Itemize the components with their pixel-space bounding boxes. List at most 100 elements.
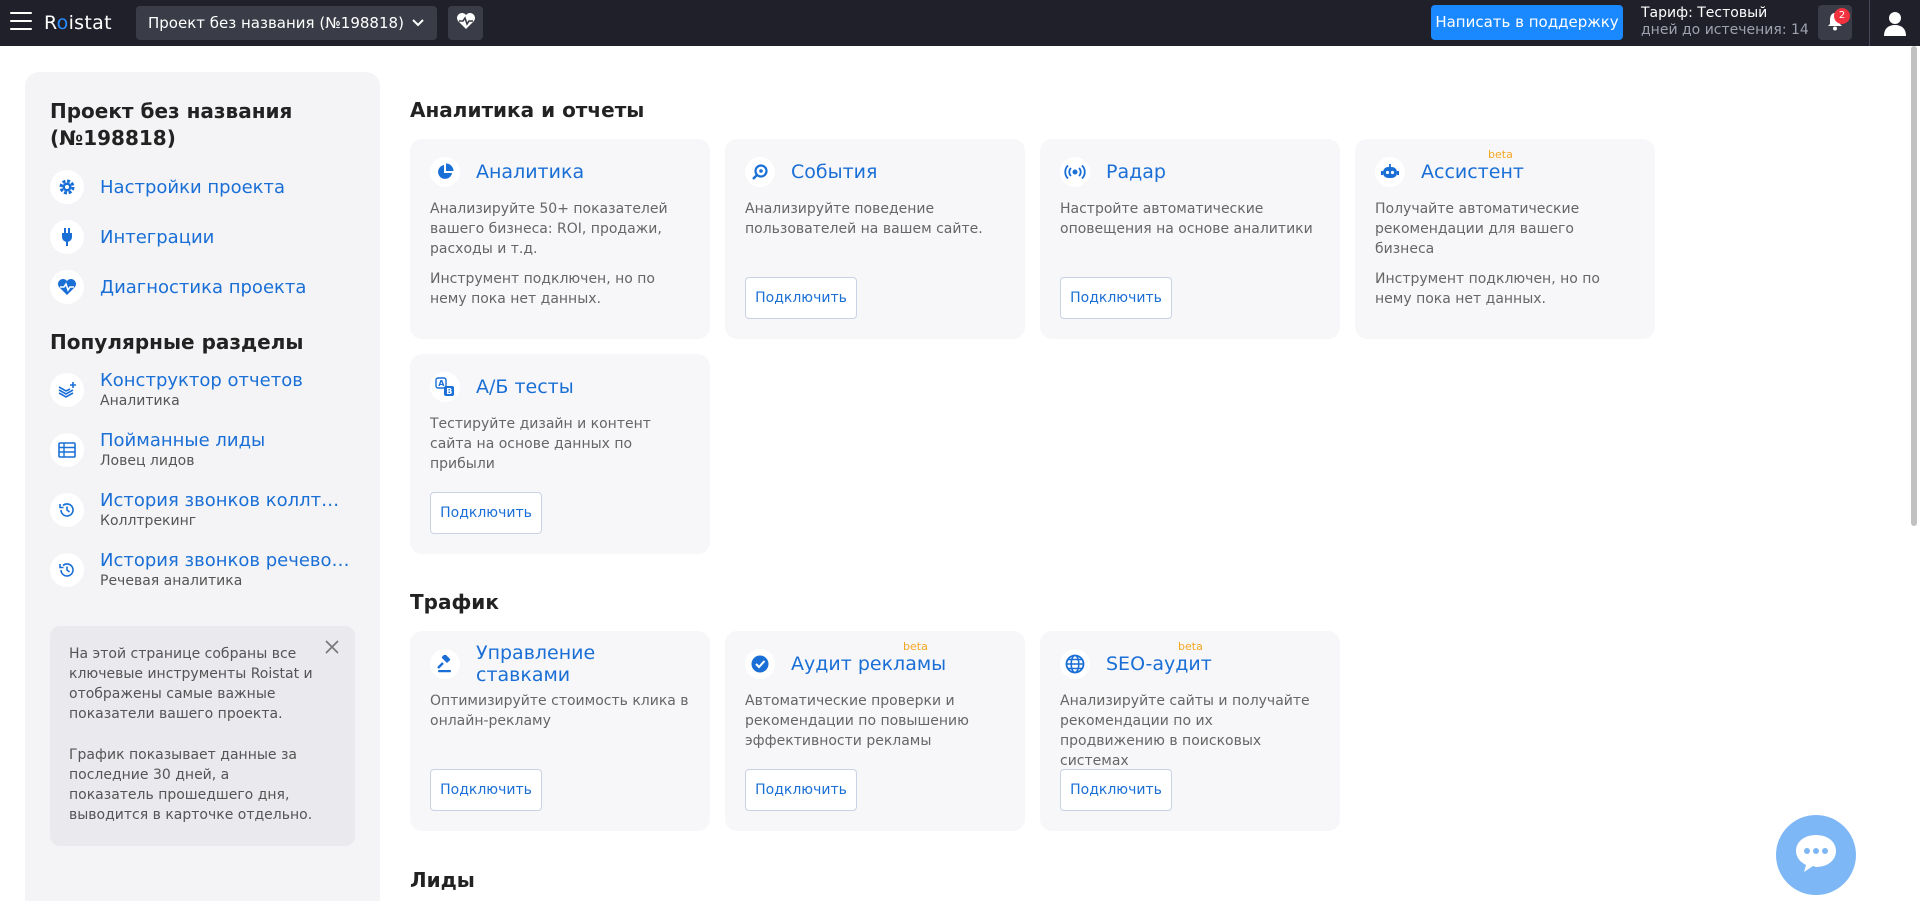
- menu-icon[interactable]: [10, 12, 32, 32]
- logo[interactable]: Roistat: [44, 12, 112, 34]
- card-note: Инструмент подключен, но по нему пока не…: [430, 271, 655, 307]
- gear-icon: [50, 170, 84, 204]
- connect-button[interactable]: Подключить: [745, 277, 857, 319]
- card-title[interactable]: Ассистент: [1421, 161, 1524, 183]
- svg-text:B: B: [446, 387, 452, 396]
- svg-text:A: A: [438, 379, 445, 388]
- sidebar-item-integrations[interactable]: Интеграции: [50, 212, 355, 262]
- card-note: Инструмент подключен, но по нему пока не…: [1375, 271, 1600, 307]
- popular-item-sub: Аналитика: [100, 393, 180, 409]
- card-description: Оптимизируйте стоимость клика в онлайн-р…: [430, 693, 689, 729]
- card-title[interactable]: Радар: [1106, 161, 1166, 183]
- pie-chart-icon: [430, 157, 460, 187]
- popular-item-speech-analytics-history[interactable]: История звонков речевой аналитики Речева…: [50, 540, 355, 600]
- card-analytics[interactable]: Аналитика Анализируйте 50+ показателей в…: [410, 139, 710, 339]
- card-description: Анализируйте 50+ показателей вашего бизн…: [430, 201, 668, 257]
- card-title[interactable]: Аудит рекламы: [791, 653, 946, 675]
- chat-button[interactable]: [1776, 815, 1856, 895]
- section-title-analytics: Аналитика и отчеты: [410, 98, 645, 122]
- globe-icon: [1060, 649, 1090, 679]
- close-icon[interactable]: [323, 638, 341, 656]
- popular-item-label: Пойманные лиды: [100, 430, 266, 451]
- gavel-icon: [430, 649, 460, 679]
- sidebar: Проект без названия (№198818) Настройки …: [25, 72, 380, 901]
- chat-bubble-icon: [1793, 833, 1839, 877]
- sidebar-item-label: Диагностика проекта: [100, 276, 307, 298]
- project-selector[interactable]: Проект без названия (№198818): [136, 6, 437, 40]
- card-assistant[interactable]: beta Ассистент Получайте автоматические …: [1355, 139, 1655, 339]
- topbar-divider: [1869, 0, 1870, 46]
- history-icon: [50, 553, 84, 587]
- page-scrollbar[interactable]: [1908, 46, 1920, 901]
- card-description: Тестируйте дизайн и контент сайта на осн…: [430, 416, 651, 472]
- popular-sections-title: Популярные разделы: [50, 330, 304, 354]
- project-selector-label: Проект без названия (№198818): [148, 14, 404, 32]
- card-description: Анализируйте сайты и получайте рекоменда…: [1060, 693, 1310, 769]
- beta-badge: beta: [1178, 640, 1203, 653]
- ab-test-icon: AB: [430, 372, 460, 402]
- popular-item-label: История звонков коллтрекинга: [100, 490, 350, 511]
- popular-item-sub: Ловец лидов: [100, 453, 195, 469]
- layers-plus-icon: [50, 373, 84, 407]
- beta-badge: beta: [903, 640, 928, 653]
- card-ad-audit[interactable]: beta Аудит рекламы Автоматические провер…: [725, 631, 1025, 831]
- user-icon: [1880, 12, 1910, 42]
- card-title[interactable]: А/Б тесты: [476, 376, 574, 398]
- connect-button[interactable]: Подключить: [430, 492, 542, 534]
- history-icon: [50, 493, 84, 527]
- table-icon: [50, 433, 84, 467]
- popular-item-label: Конструктор отчетов: [100, 370, 303, 391]
- support-button[interactable]: Написать в поддержку: [1431, 5, 1623, 40]
- heart-pulse-icon: [50, 270, 84, 304]
- card-title[interactable]: Управление ставками: [476, 642, 690, 686]
- card-seo-audit[interactable]: beta SEO-аудит Анализируйте сайты и полу…: [1040, 631, 1340, 831]
- heart-pulse-icon: [456, 12, 476, 34]
- top-bar: Roistat Проект без названия (№198818) На…: [0, 0, 1920, 46]
- connect-button[interactable]: Подключить: [1060, 769, 1172, 811]
- robot-icon: [1375, 157, 1405, 187]
- card-description: Настройте автоматические оповещения на о…: [1060, 201, 1313, 237]
- tariff-info[interactable]: Тариф: Тестовый дней до истечения: 14: [1641, 5, 1809, 39]
- notifications-button[interactable]: 2: [1818, 5, 1852, 40]
- info-text: График показывает данные за последние 30…: [69, 747, 313, 823]
- chevron-down-icon: [411, 6, 425, 53]
- card-title[interactable]: События: [791, 161, 877, 183]
- beta-badge: beta: [1488, 148, 1513, 161]
- plug-icon: [50, 220, 84, 254]
- sidebar-item-project-settings[interactable]: Настройки проекта: [50, 162, 355, 212]
- tariff-label: Тариф: Тестовый: [1641, 5, 1768, 21]
- section-title-traffic: Трафик: [410, 590, 499, 614]
- card-description: Автоматические проверки и рекомендации п…: [745, 693, 969, 749]
- connect-button[interactable]: Подключить: [745, 769, 857, 811]
- card-description: Получайте автоматические рекомендации дл…: [1375, 201, 1580, 257]
- card-title[interactable]: Аналитика: [476, 161, 584, 183]
- project-health-button[interactable]: [448, 6, 483, 40]
- popular-item-sub: Коллтрекинг: [100, 513, 197, 529]
- info-text: На этой странице собраны все ключевые ин…: [69, 646, 313, 722]
- card-description: Анализируйте поведение пользователей на …: [745, 201, 983, 237]
- card-events[interactable]: События Анализируйте поведение пользоват…: [725, 139, 1025, 339]
- radar-icon: [1060, 157, 1090, 187]
- popular-item-report-builder[interactable]: Конструктор отчетов Аналитика: [50, 360, 355, 420]
- popular-item-sub: Речевая аналитика: [100, 573, 243, 589]
- card-ab-tests[interactable]: AB А/Б тесты Тестируйте дизайн и контент…: [410, 354, 710, 554]
- check-circle-icon: [745, 649, 775, 679]
- tariff-days: дней до истечения: 14: [1641, 22, 1809, 38]
- user-menu-button[interactable]: [1880, 8, 1910, 38]
- popular-item-label: История звонков речевой аналитики: [100, 550, 350, 571]
- info-box: На этой странице собраны все ключевые ин…: [50, 626, 355, 846]
- section-title-leads: Лиды: [410, 868, 475, 892]
- connect-button[interactable]: Подключить: [1060, 277, 1172, 319]
- popular-item-calltracking-history[interactable]: История звонков коллтрекинга Коллтрекинг: [50, 480, 355, 540]
- sidebar-item-label: Интеграции: [100, 226, 215, 248]
- sidebar-item-diagnostics[interactable]: Диагностика проекта: [50, 262, 355, 312]
- card-bid-management[interactable]: Управление ставками Оптимизируйте стоимо…: [410, 631, 710, 831]
- scrollbar-thumb[interactable]: [1911, 46, 1917, 526]
- notifications-badge: 2: [1834, 8, 1850, 24]
- sidebar-project-title: Проект без названия (№198818): [50, 99, 293, 150]
- popular-item-caught-leads[interactable]: Пойманные лиды Ловец лидов: [50, 420, 355, 480]
- events-icon: [745, 157, 775, 187]
- connect-button[interactable]: Подключить: [430, 769, 542, 811]
- card-radar[interactable]: Радар Настройте автоматические оповещени…: [1040, 139, 1340, 339]
- card-title[interactable]: SEO-аудит: [1106, 653, 1212, 675]
